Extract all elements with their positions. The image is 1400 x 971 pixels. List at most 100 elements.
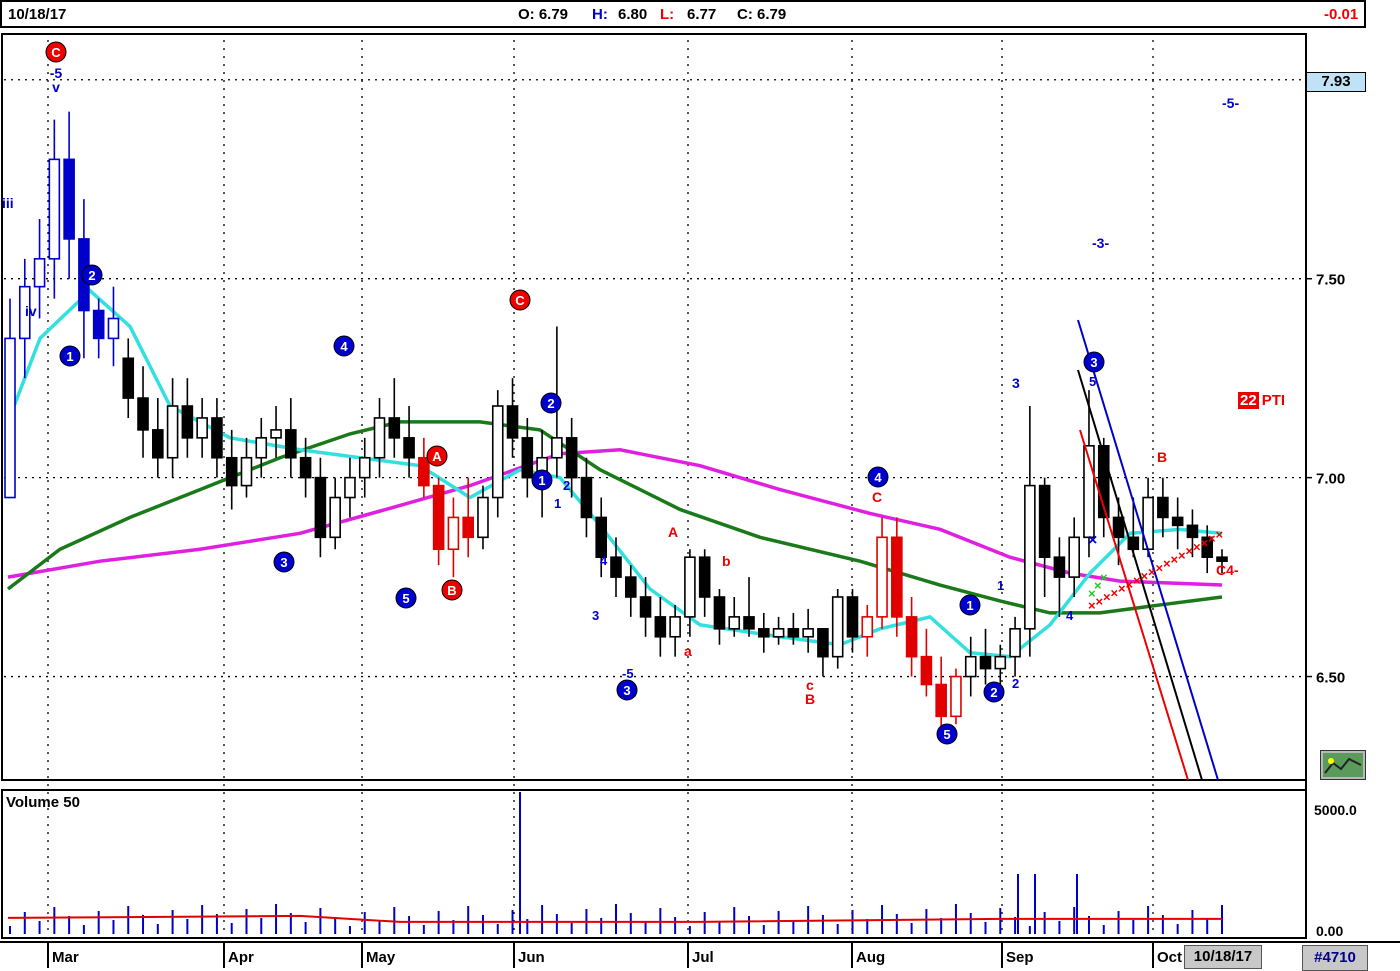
candle-body — [1053, 556, 1066, 578]
candle-body — [979, 655, 992, 670]
candle-body — [861, 616, 874, 638]
wave-label: iv — [25, 303, 37, 319]
candle-body — [624, 576, 637, 598]
candle-body — [152, 429, 164, 459]
candle-body — [551, 437, 563, 459]
wave-marker-text: 5 — [402, 591, 409, 606]
candle-body — [4, 337, 16, 499]
wave-label: -5 — [622, 666, 634, 681]
candle-body — [403, 437, 415, 459]
candle-body — [373, 417, 386, 459]
wave-label: 4 — [1066, 608, 1074, 623]
candle-body — [506, 405, 519, 439]
candle-body — [1024, 484, 1036, 630]
candle-body — [122, 357, 135, 399]
candle-body — [610, 556, 622, 578]
candle-body — [595, 516, 608, 559]
price-panel-frame — [1, 33, 1307, 781]
candle-body — [63, 158, 75, 240]
candle-body — [388, 417, 401, 439]
target-marker: × — [1216, 527, 1224, 542]
candle-body — [698, 556, 711, 598]
current-price-tag: 7.93 — [1306, 72, 1366, 92]
wave-marker-text: 2 — [990, 685, 997, 700]
candle-body — [48, 158, 61, 260]
candle-body — [905, 616, 918, 658]
candle-body — [92, 309, 105, 340]
candle-body — [1038, 484, 1051, 559]
wave-label: -5- — [1222, 95, 1239, 111]
candle-body — [211, 417, 223, 459]
wave-marker-text: B — [447, 583, 456, 598]
wave-label: C4- — [1216, 562, 1239, 578]
candle-body — [225, 456, 238, 487]
symbol-id[interactable]: #4710 — [1302, 945, 1368, 971]
candle-body — [802, 628, 814, 638]
candle-body — [817, 628, 829, 658]
wave-label: 2 — [1012, 676, 1019, 691]
target-marker-green: × — [1100, 570, 1108, 585]
wave-marker-text: 3 — [1090, 355, 1097, 370]
wave-label: 1 — [997, 578, 1004, 593]
candle-body — [994, 655, 1007, 670]
candle-body — [477, 496, 489, 539]
candle-body — [639, 596, 652, 618]
candle-body — [935, 683, 947, 718]
candle-body — [270, 429, 282, 439]
candle-body — [418, 456, 430, 487]
candle-body — [684, 556, 696, 618]
candle-body — [964, 655, 977, 678]
wave-marker-text: 1 — [66, 349, 73, 364]
candle-body — [728, 616, 741, 630]
candle-body — [196, 417, 208, 439]
wave-marker-text: A — [432, 449, 442, 464]
candle-body — [358, 456, 371, 479]
wave-marker-text: 1 — [966, 598, 973, 613]
candle-body — [432, 484, 445, 551]
candle-body — [1112, 516, 1125, 539]
wave-label: B — [1157, 449, 1167, 465]
wave-label: 3 — [1012, 375, 1020, 391]
candle-body — [240, 456, 253, 487]
candle-body — [876, 536, 888, 618]
candle-body — [950, 675, 962, 718]
wave-marker-text: 5 — [943, 727, 950, 742]
volume-panel-label: Volume 50 — [6, 794, 80, 811]
candle-body — [669, 616, 681, 638]
candle-body — [713, 596, 726, 630]
candle-body — [758, 628, 770, 638]
y-tick-label: 7.00 — [1316, 471, 1345, 488]
wave-marker-text: C — [51, 45, 61, 60]
candle-body — [580, 476, 593, 519]
wave-marker-text: 2 — [88, 268, 95, 283]
wave-label: 4 — [600, 553, 608, 568]
wave-label: b — [722, 553, 731, 569]
candle-body — [787, 628, 800, 638]
candle-body — [137, 397, 149, 431]
candle-body — [1216, 556, 1228, 562]
wave-label: 5 — [1089, 374, 1096, 389]
candle-body — [654, 616, 667, 638]
candle-body — [891, 536, 903, 618]
wave-label: 1 — [554, 496, 561, 511]
candle-body — [831, 596, 844, 658]
candle-body — [329, 496, 341, 539]
candle-body — [462, 516, 474, 539]
wave-marker-text: 1 — [538, 473, 545, 488]
candle-body — [181, 405, 194, 439]
wave-marker-text: C — [515, 293, 525, 308]
candle-body — [1068, 536, 1080, 578]
volume-tick-label: 5000.0 — [1314, 802, 1357, 818]
candle-body — [33, 258, 46, 288]
candle-body — [565, 437, 578, 479]
pti-label: PTI — [1261, 392, 1286, 409]
wave-marker-text: 3 — [623, 683, 630, 698]
candle-body — [1186, 524, 1199, 539]
wave-label: iii — [2, 195, 14, 211]
y-tick-label: 7.50 — [1316, 272, 1345, 289]
wave-label: v — [52, 79, 60, 95]
candle-body — [344, 476, 356, 499]
chart-thumbnail-icon[interactable] — [1320, 750, 1366, 780]
pti-indicator: 22 PTI — [1238, 392, 1285, 409]
wave-label: 2 — [563, 478, 570, 493]
